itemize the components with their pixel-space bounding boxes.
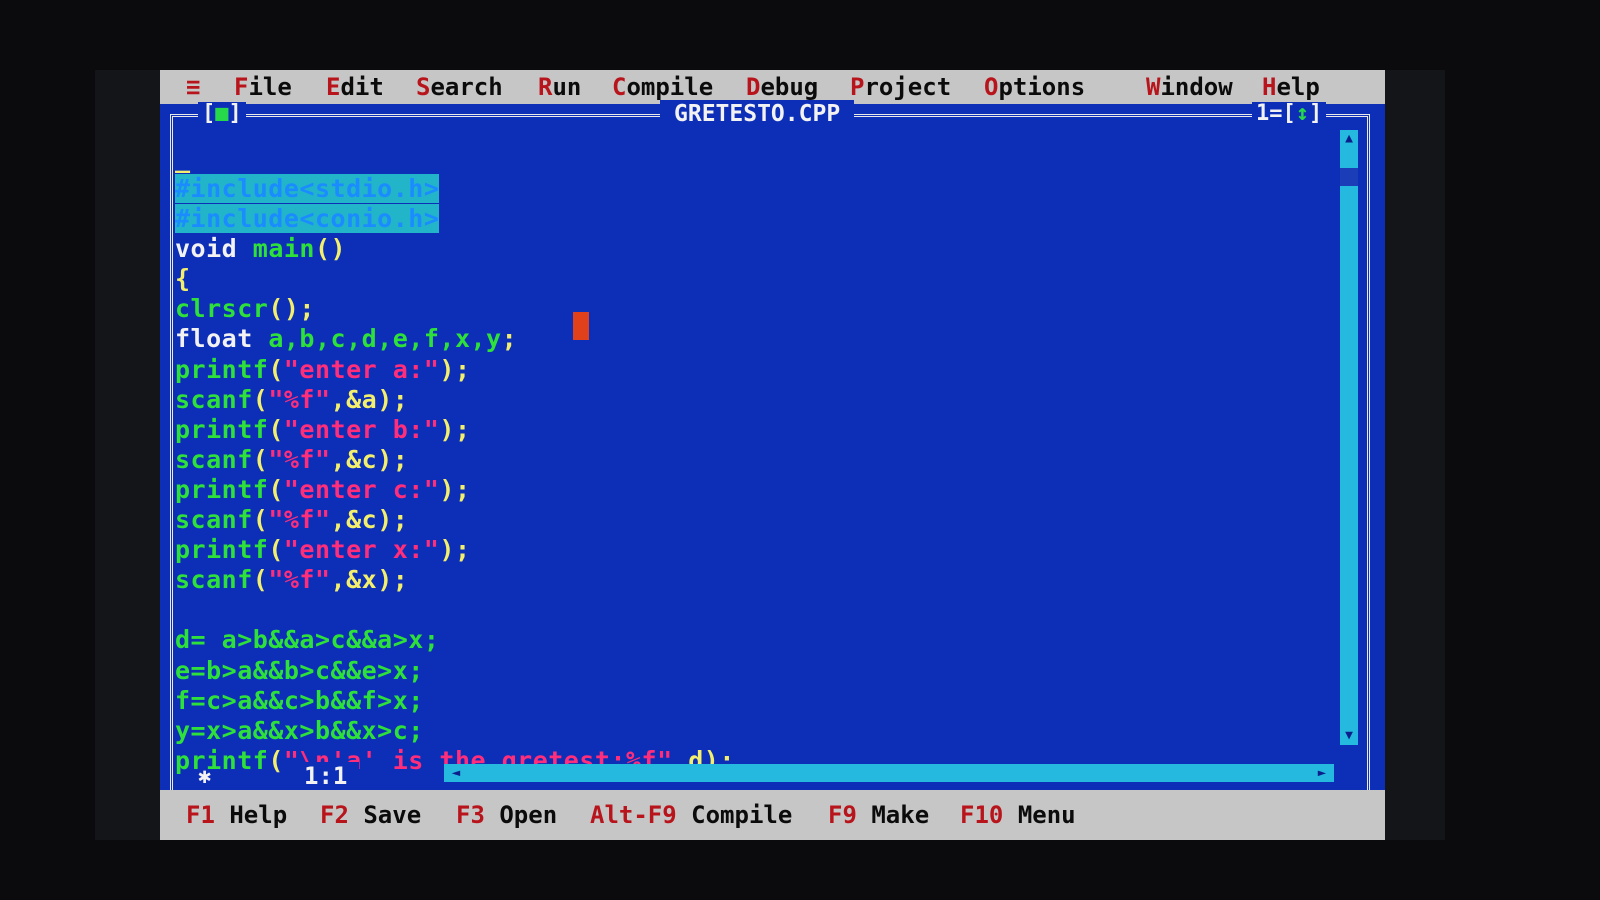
code-line: scanf("%f",&a); xyxy=(175,384,409,414)
code-line: printf("enter a:"); xyxy=(175,354,471,384)
code-line: y=x>a&&x>b&&x>c; xyxy=(175,715,424,745)
code-line: #include<stdio.h> xyxy=(175,174,440,203)
window-title: GRETESTO.CPP xyxy=(660,100,855,128)
code-line: printf("enter c:"); xyxy=(175,474,471,504)
status-bar: F1 Help F2 Save F3 Open Alt-F9 Compile F… xyxy=(160,790,1385,840)
code-line: { xyxy=(175,264,191,294)
cursor-position: 1:1 xyxy=(292,762,360,790)
code-line: printf("enter b:"); xyxy=(175,414,471,444)
menu-run[interactable]: Run xyxy=(538,70,581,104)
menu-options[interactable]: Options xyxy=(984,70,1085,104)
scroll-right-arrow-icon[interactable]: ► xyxy=(1310,764,1334,782)
menu-search[interactable]: Search xyxy=(416,70,503,104)
text-cursor: _ xyxy=(175,144,191,173)
code-line: e=b>a&&b>c&&e>x; xyxy=(175,655,424,685)
menu-compile[interactable]: Compile xyxy=(612,70,713,104)
code-line: _ xyxy=(175,144,1325,174)
code-line: scanf("%f",&x); xyxy=(175,565,409,595)
modified-star-icon: ✱ xyxy=(198,764,212,789)
code-line: d= a>b&&a>c&&a>x; xyxy=(175,625,440,655)
menu-file[interactable]: File xyxy=(234,70,292,104)
menu-help[interactable]: Help xyxy=(1262,70,1320,104)
code-line: scanf("%f",&c); xyxy=(175,444,409,474)
scroll-down-arrow-icon[interactable]: ▼ xyxy=(1340,727,1358,745)
window-number-zoom[interactable]: 1=[↕] xyxy=(1252,101,1327,126)
code-editor[interactable]: _ #include<stdio.h> #include<conio.h> vo… xyxy=(175,144,1325,776)
status-altf9-compile[interactable]: Alt-F9 Compile xyxy=(590,798,792,832)
zoom-arrows-icon: ↕ xyxy=(1295,101,1309,126)
scroll-left-arrow-icon[interactable]: ◄ xyxy=(444,764,468,782)
code-line: f=c>a&&c>b&&f>x; xyxy=(175,685,424,715)
status-f1-help[interactable]: F1 Help xyxy=(186,798,287,832)
code-line: void main() xyxy=(175,234,347,264)
menu-bar: ≡ File Edit Search Run Compile Debug Pro… xyxy=(160,70,1385,104)
status-f10-menu[interactable]: F10 Menu xyxy=(960,798,1076,832)
status-f3-open[interactable]: F3 Open xyxy=(456,798,557,832)
horizontal-scrollbar[interactable]: ◄ ► xyxy=(444,764,1334,782)
vertical-scroll-thumb[interactable] xyxy=(1340,168,1358,186)
turbo-cpp-screen: ≡ File Edit Search Run Compile Debug Pro… xyxy=(160,70,1385,840)
menu-window[interactable]: Window xyxy=(1146,70,1233,104)
close-icon: ■ xyxy=(215,101,229,126)
window-close-box[interactable]: [■] xyxy=(198,102,246,126)
code-line: clrscr(); xyxy=(175,294,315,324)
status-f2-save[interactable]: F2 Save xyxy=(320,798,421,832)
code-line: #include<conio.h> xyxy=(175,204,440,234)
code-line: printf("enter x:"); xyxy=(175,535,471,565)
code-line: scanf("%f",&c); xyxy=(175,505,409,535)
scroll-up-arrow-icon[interactable]: ▲ xyxy=(1340,130,1358,148)
block-cursor xyxy=(573,312,589,340)
code-line: float a,b,c,d,e,f,x,y; xyxy=(175,324,518,354)
menu-edit[interactable]: Edit xyxy=(326,70,384,104)
menu-project[interactable]: Project xyxy=(850,70,951,104)
status-f9-make[interactable]: F9 Make xyxy=(828,798,929,832)
menu-debug[interactable]: Debug xyxy=(746,70,818,104)
vertical-scrollbar[interactable]: ▲ ▼ xyxy=(1340,130,1358,745)
system-menu-icon[interactable]: ≡ xyxy=(186,70,200,104)
